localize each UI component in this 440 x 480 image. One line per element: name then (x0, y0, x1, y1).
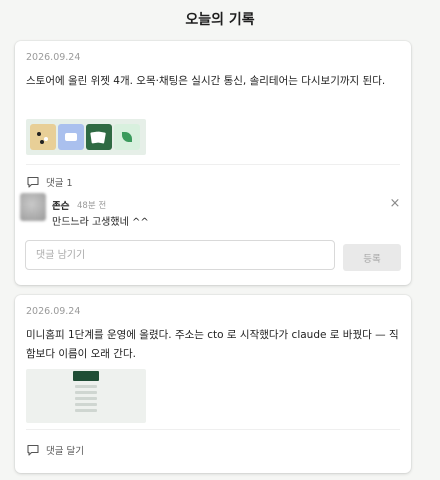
comment-count-label: 댓글 1 (46, 178, 73, 189)
omok-widget-thumbnail[interactable] (30, 124, 56, 150)
divider (26, 164, 400, 165)
screenshot-line (75, 409, 97, 412)
post-text: 미니홈피 1단계를 운영에 올렸다. 주소는 cto 로 시작했다가 claud… (26, 329, 399, 360)
close-icon[interactable]: × (388, 197, 402, 211)
add-comment-label: 댓글 달기 (46, 446, 84, 457)
page-title: 오늘의 기록 (185, 12, 255, 28)
divider (26, 429, 400, 430)
solitaire-widget-thumbnail[interactable] (86, 124, 112, 150)
leaf-widget-thumbnail[interactable] (114, 124, 140, 150)
add-comment-button[interactable]: 댓글 달기 (26, 443, 84, 457)
screenshot-line (75, 403, 97, 406)
comment-input[interactable] (25, 240, 335, 270)
post-card: 2026.09.24 스토어에 올린 위젯 4개. 오목·채팅은 실시간 통신,… (15, 41, 411, 285)
post-text: 스토어에 올린 위젯 4개. 오목·채팅은 실시간 통신, 솔리테어는 다시보기… (26, 75, 386, 87)
comment-bubble-icon (27, 444, 39, 456)
minihompy-screenshot-thumbnail[interactable] (26, 369, 146, 423)
comment-toggle[interactable]: 댓글 1 (26, 175, 73, 189)
avatar (20, 193, 46, 221)
submit-comment-button[interactable]: 등록 (343, 244, 401, 271)
widget-thumbnails[interactable] (26, 119, 146, 155)
post-date: 2026.09.24 (26, 52, 81, 63)
screenshot-line (75, 391, 97, 394)
screenshot-line (75, 397, 97, 400)
comment-author: 존슨 (52, 201, 70, 212)
page: 오늘의 기록 2026.09.24 스토어에 올린 위젯 4개. 오목·채팅은 … (0, 0, 440, 480)
screenshot-header (73, 371, 99, 381)
screenshot-line (75, 385, 97, 388)
chat-widget-thumbnail[interactable] (58, 124, 84, 150)
comment-item: 존슨 48분 전 만드느라 고생했네 ^^ × (20, 193, 406, 231)
post-date: 2026.09.24 (26, 306, 81, 317)
comment-time: 48분 전 (77, 201, 107, 211)
post-card: 2026.09.24 미니홈피 1단계를 운영에 올렸다. 주소는 cto 로 … (15, 295, 411, 473)
comment-text: 만드느라 고생했네 ^^ (52, 217, 149, 228)
comment-bubble-icon (27, 176, 39, 188)
